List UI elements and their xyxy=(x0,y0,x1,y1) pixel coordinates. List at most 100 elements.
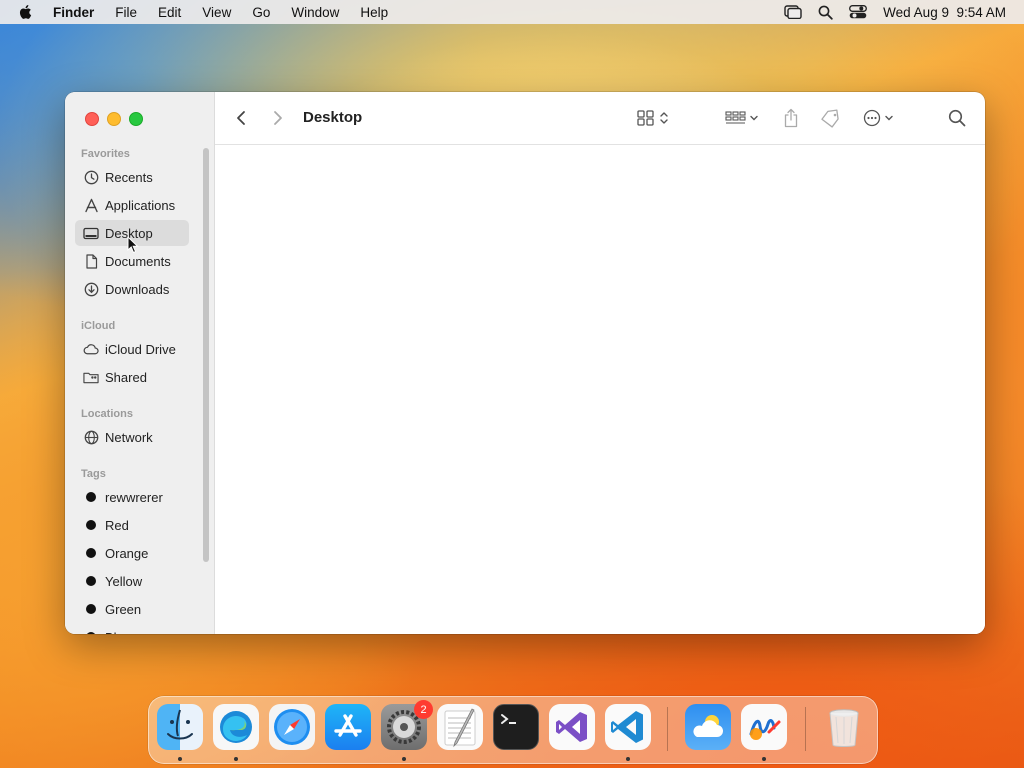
cloud-icon xyxy=(83,341,99,357)
tag-dot-icon xyxy=(83,629,99,634)
sidebar-item-label: Applications xyxy=(105,197,176,213)
sidebar-item-label: Orange xyxy=(105,545,149,561)
sidebar-item-label: iCloud Drive xyxy=(105,341,176,357)
screen-mirroring-icon[interactable] xyxy=(784,5,802,19)
share-button[interactable] xyxy=(783,106,799,130)
notification-badge: 2 xyxy=(414,700,433,719)
section-locations: Locations xyxy=(81,408,133,420)
back-button[interactable] xyxy=(235,106,247,130)
sidebar-item-label: Documents xyxy=(105,253,171,269)
chevron-down-icon xyxy=(885,115,893,121)
close-window-button[interactable] xyxy=(85,112,99,126)
dock-separator xyxy=(667,707,668,751)
weather-icon xyxy=(693,715,723,737)
running-indicator xyxy=(234,757,238,761)
visual-studio-icon xyxy=(556,712,587,742)
finder-window: Favorites Recents Applications Desktop D… xyxy=(65,92,985,634)
applications-icon xyxy=(83,197,99,213)
sidebar-item-icloud-drive[interactable]: iCloud Drive xyxy=(75,336,189,362)
sidebar-tag-red[interactable]: Red xyxy=(75,512,189,538)
dock-safari[interactable] xyxy=(269,704,315,750)
terminal-icon xyxy=(501,714,516,724)
sidebar-item-label: Bl xyxy=(105,630,117,635)
dock-weather[interactable] xyxy=(685,704,731,750)
sidebar-tag-green[interactable]: Green xyxy=(75,596,189,622)
control-center-icon[interactable] xyxy=(849,5,868,19)
minimize-window-button[interactable] xyxy=(107,112,121,126)
updown-chevron-icon xyxy=(660,112,668,124)
sidebar-item-network[interactable]: Network xyxy=(75,424,189,450)
view-mode-button[interactable] xyxy=(637,106,669,130)
section-tags: Tags xyxy=(81,468,106,480)
dock-terminal[interactable] xyxy=(493,704,539,750)
menu-view[interactable]: View xyxy=(202,5,231,20)
tag-dot-icon xyxy=(83,601,99,617)
spotlight-search-icon[interactable] xyxy=(818,5,833,20)
group-by-icon xyxy=(725,111,746,124)
menu-help[interactable]: Help xyxy=(360,5,388,20)
dock-finder[interactable] xyxy=(157,704,203,750)
dock-visual-studio[interactable] xyxy=(549,704,595,750)
dock-vscode[interactable] xyxy=(605,704,651,750)
textedit-icon xyxy=(444,708,476,748)
menu-window[interactable]: Window xyxy=(291,5,339,20)
maximize-window-button[interactable] xyxy=(129,112,143,126)
app-store-icon xyxy=(334,714,362,737)
group-by-button[interactable] xyxy=(725,106,759,130)
document-icon xyxy=(83,253,99,269)
menu-clock[interactable]: Wed Aug 9 9:54 AM xyxy=(883,5,1006,20)
view-grid-icon xyxy=(637,110,654,126)
menu-bar: Finder File Edit View Go Window Help Wed… xyxy=(0,0,1024,24)
menu-edit[interactable]: Edit xyxy=(158,5,181,20)
sidebar-item-applications[interactable]: Applications xyxy=(75,192,189,218)
sidebar-scrollbar[interactable] xyxy=(203,148,209,562)
search-button[interactable] xyxy=(948,106,966,130)
download-icon xyxy=(83,281,99,297)
share-icon xyxy=(784,108,798,128)
status-area: Wed Aug 9 9:54 AM xyxy=(784,0,1006,24)
sidebar-item-label: Recents xyxy=(105,169,153,185)
dock-edge[interactable] xyxy=(213,704,259,750)
menu-app-name[interactable]: Finder xyxy=(53,5,94,20)
tag-dot-icon xyxy=(83,573,99,589)
globe-icon xyxy=(83,429,99,445)
sidebar-item-label: Shared xyxy=(105,369,147,385)
sidebar: Favorites Recents Applications Desktop D… xyxy=(65,92,215,634)
dock-app-store[interactable] xyxy=(325,704,371,750)
window-title: Desktop xyxy=(303,109,363,126)
mouse-cursor-icon xyxy=(127,236,139,254)
tag-icon xyxy=(821,109,839,128)
sidebar-tag-orange[interactable]: Orange xyxy=(75,540,189,566)
sidebar-item-downloads[interactable]: Downloads xyxy=(75,276,189,302)
more-actions-icon xyxy=(863,109,881,127)
tag-button[interactable] xyxy=(820,106,842,130)
finder-icon xyxy=(167,709,193,740)
menu-file[interactable]: File xyxy=(115,5,137,20)
dock-textedit[interactable] xyxy=(437,704,483,750)
dock-freeform[interactable] xyxy=(741,704,787,750)
chevron-down-icon xyxy=(750,115,758,121)
more-actions-button[interactable] xyxy=(863,106,894,130)
dock: 2 xyxy=(148,696,878,764)
window-controls xyxy=(85,112,143,126)
search-icon xyxy=(948,109,966,127)
dock-trash[interactable] xyxy=(821,704,867,750)
vscode-icon xyxy=(611,711,643,743)
sidebar-item-shared[interactable]: Shared xyxy=(75,364,189,390)
sidebar-item-label: rewwrerer xyxy=(105,489,163,505)
toolbar: Desktop xyxy=(215,92,985,145)
running-indicator xyxy=(402,757,406,761)
sidebar-tag-rewwrerer[interactable]: rewwrerer xyxy=(75,484,189,510)
sidebar-item-label: Green xyxy=(105,601,142,617)
forward-button[interactable] xyxy=(272,106,284,130)
sidebar-tag-yellow[interactable]: Yellow xyxy=(75,568,189,594)
sidebar-item-label: Downloads xyxy=(105,281,170,297)
dock-system-settings[interactable]: 2 xyxy=(381,700,433,750)
menu-go[interactable]: Go xyxy=(252,5,270,20)
sidebar-item-recents[interactable]: Recents xyxy=(75,164,189,190)
apple-logo-icon[interactable] xyxy=(17,3,35,21)
tag-dot-icon xyxy=(83,489,99,505)
file-browser-content[interactable] xyxy=(215,145,985,634)
clock-icon xyxy=(83,169,99,185)
sidebar-tag-partial[interactable]: Bl xyxy=(75,624,189,634)
